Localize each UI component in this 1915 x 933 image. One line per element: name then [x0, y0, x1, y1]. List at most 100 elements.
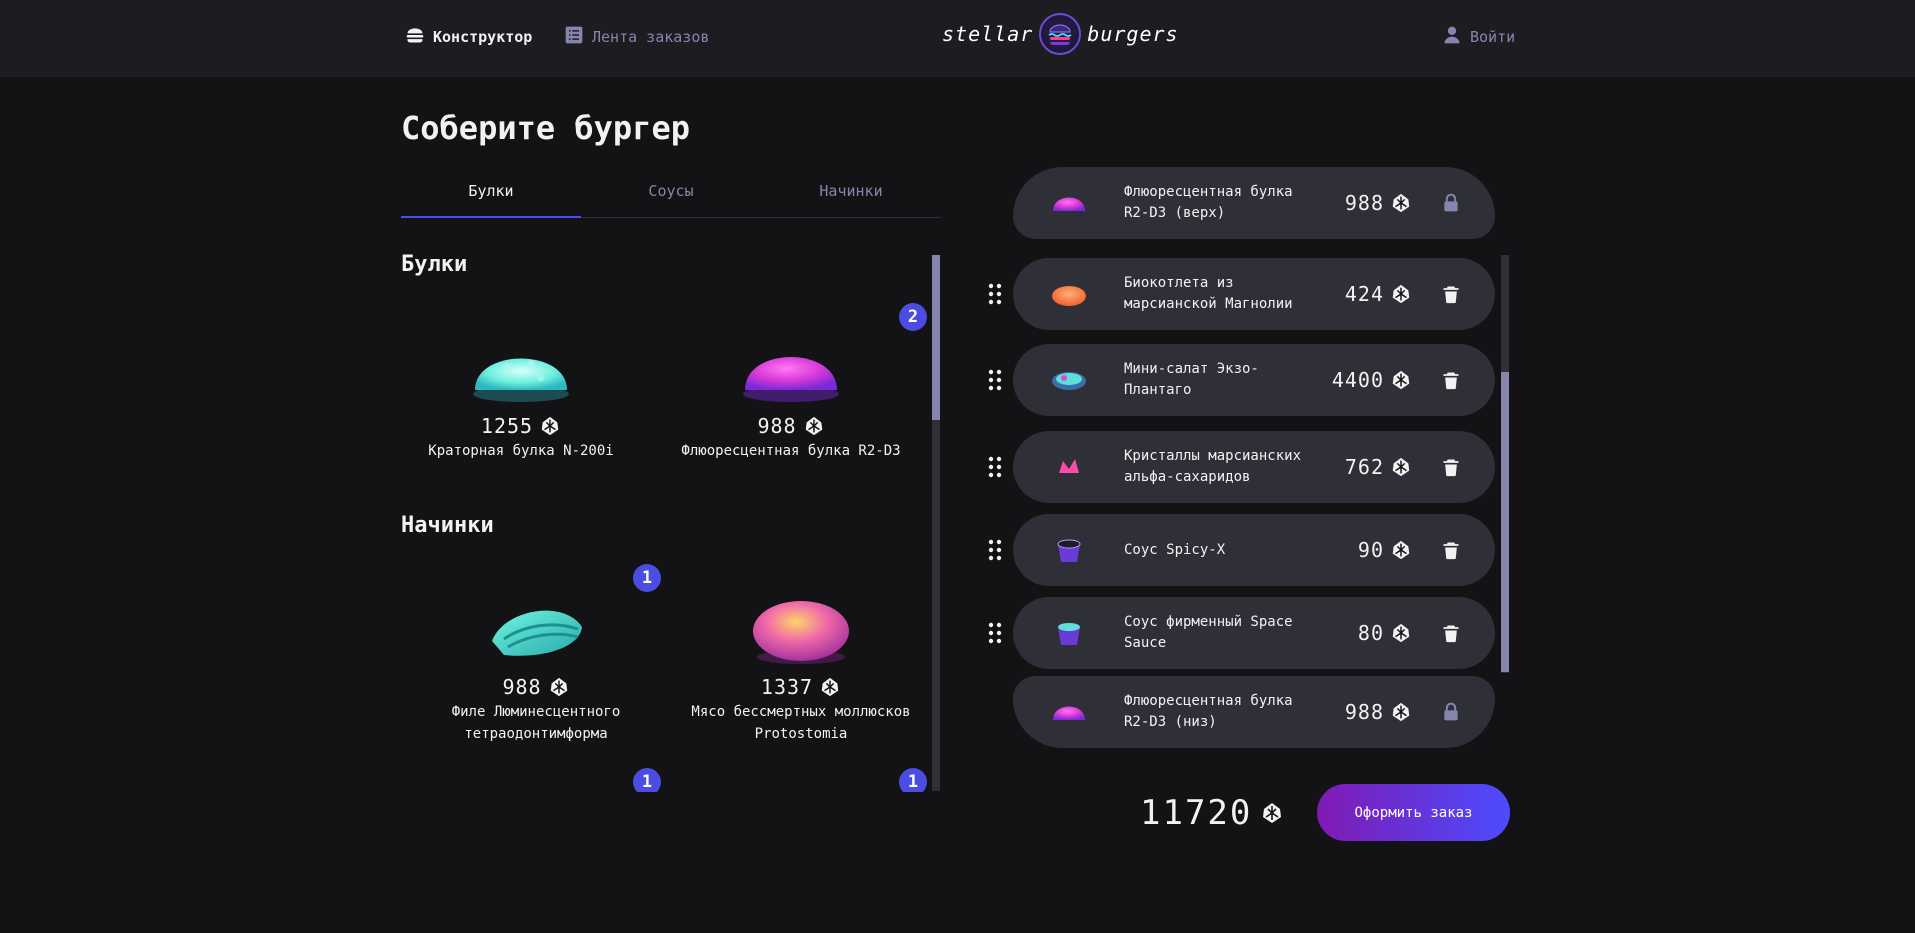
count-badge: 2 — [899, 303, 927, 331]
price-value: 762 — [1344, 455, 1384, 479]
currency-icon — [1390, 539, 1412, 561]
price-value: 424 — [1344, 282, 1384, 306]
ingredient-tabs: Булки Соусы Начинки — [401, 176, 941, 218]
order-total: 11720 — [1140, 790, 1284, 836]
constructor-item-price: 762 — [1345, 431, 1412, 503]
ingredient-image — [484, 589, 588, 669]
currency-icon — [1390, 192, 1412, 214]
lock-icon — [1441, 702, 1461, 722]
place-order-button[interactable]: Оформить заказ — [1317, 784, 1510, 841]
tab-buns[interactable]: Булки — [401, 176, 581, 218]
section-title-mains: Начинки — [401, 513, 494, 538]
ingredient-price: 988 — [671, 414, 911, 438]
nav-order-feed[interactable]: Лента заказов — [564, 24, 709, 50]
constructor-item-name: Мини-салат Экзо-Плантаго — [1124, 361, 1259, 398]
trash-icon[interactable] — [1441, 540, 1461, 560]
ingredients-list[interactable]: Булки 1255 Краторная булка N-200i 988 Фл… — [401, 252, 941, 792]
list-icon — [564, 25, 584, 49]
ingredient-price: 1255 — [401, 414, 641, 438]
constructor-scrollbar-thumb[interactable] — [1501, 372, 1509, 672]
ingredient-thumbnail — [1049, 530, 1089, 570]
ingredient-image — [739, 328, 843, 408]
total-value: 11720 — [1140, 793, 1253, 833]
constructor-item-name: Кристаллы марсианских альфа-сахаридов — [1124, 448, 1302, 485]
price-value: 988 — [1344, 700, 1384, 724]
drag-handle-icon[interactable] — [987, 538, 1003, 562]
constructor-item[interactable]: Кристаллы марсианских альфа-сахаридов 76… — [1013, 431, 1495, 503]
ingredient-name: Мясо бессмертных моллюсков Protostomia — [691, 704, 911, 742]
constructor-item-price: 424 — [1345, 258, 1412, 330]
trash-icon[interactable] — [1441, 370, 1461, 390]
currency-icon — [539, 415, 561, 437]
drag-handle-icon[interactable] — [987, 368, 1003, 392]
currency-icon — [1390, 283, 1412, 305]
ingredient-image — [775, 788, 839, 792]
logo-text-right: burgers — [1087, 22, 1179, 46]
count-badge: 1 — [899, 768, 927, 792]
constructor-bun-top: Флюоресцентная булка R2-D3 (верх) 988 — [1013, 167, 1495, 239]
price-value: 988 — [757, 414, 797, 438]
drag-handle-icon[interactable] — [987, 455, 1003, 479]
count-badge: 1 — [633, 768, 661, 792]
constructor-item-name: Соус Spicy-X — [1124, 541, 1226, 558]
price-value: 90 — [1357, 538, 1384, 562]
ingredient-name: Филе Люминесцентного тетраодонтимформа — [451, 704, 621, 742]
lock-icon — [1441, 193, 1461, 213]
drag-handle-icon[interactable] — [987, 621, 1003, 645]
price-value: 4400 — [1331, 368, 1384, 392]
price-value: 1255 — [480, 414, 534, 438]
constructor-item[interactable]: Соус Spicy-X 90 — [1013, 514, 1495, 586]
constructor-item[interactable]: Мини-салат Экзо-Плантаго 4400 — [1013, 344, 1495, 416]
count-badge: 1 — [633, 564, 661, 592]
constructor-item-price: 988 — [1345, 676, 1412, 748]
ingredient-price: 988 — [416, 675, 656, 699]
nav-login-label: Войти — [1470, 28, 1516, 46]
ingredient-card[interactable]: 988 Флюоресцентная булка R2-D3 — [671, 318, 911, 518]
currency-icon — [1390, 622, 1412, 644]
ingredient-thumbnail — [1049, 274, 1089, 314]
nav-constructor-label: Конструктор — [433, 28, 533, 46]
currency-icon — [1390, 369, 1412, 391]
ingredient-card[interactable]: 1337 Мясо бессмертных моллюсков Protosto… — [681, 579, 921, 779]
ingredient-thumbnail — [1049, 447, 1089, 487]
ingredient-thumbnail — [1049, 183, 1089, 223]
ingredient-image — [469, 328, 573, 408]
currency-icon — [548, 676, 570, 698]
nav-constructor[interactable]: Конструктор — [405, 24, 532, 50]
trash-icon[interactable] — [1441, 284, 1461, 304]
constructor-bun-bottom: Флюоресцентная булка R2-D3 (низ) 988 — [1013, 676, 1495, 748]
constructor-item-price: 4400 — [1332, 344, 1412, 416]
constructor-item[interactable]: Биокотлета из марсианской Магнолии 424 — [1013, 258, 1495, 330]
nav-login[interactable]: Войти — [1442, 24, 1515, 50]
constructor-item-name: Соус фирменный Space Sauce — [1124, 614, 1293, 651]
ingredient-thumbnail — [1049, 613, 1089, 653]
ingredient-name: Флюоресцентная булка R2-D3 — [681, 443, 901, 459]
logo-burger-icon — [1039, 13, 1082, 55]
ingredient-card[interactable]: 1255 Краторная булка N-200i — [401, 318, 641, 518]
ingredient-thumbnail — [1049, 360, 1089, 400]
tab-mains[interactable]: Начинки — [761, 176, 941, 217]
trash-icon[interactable] — [1441, 623, 1461, 643]
constructor-item-price: 80 — [1358, 597, 1412, 669]
constructor-item-name: Флюоресцентная булка R2-D3 (низ) — [1124, 693, 1293, 730]
profile-icon — [1442, 25, 1462, 49]
price-value: 988 — [502, 675, 542, 699]
logo-text-left: stellar — [942, 22, 1034, 46]
currency-icon — [1260, 801, 1284, 825]
tab-sauces[interactable]: Соусы — [581, 176, 761, 217]
app-logo[interactable]: stellar burgers — [942, 13, 1179, 55]
constructor-item-price: 90 — [1358, 514, 1412, 586]
currency-icon — [1390, 701, 1412, 723]
ingredient-price: 1337 — [681, 675, 921, 699]
constructor-item-price: 988 — [1345, 167, 1412, 239]
ingredient-card[interactable]: 988 Филе Люминесцентного тетраодонтимфор… — [416, 579, 656, 779]
drag-handle-icon[interactable] — [987, 282, 1003, 306]
currency-icon — [803, 415, 825, 437]
price-value: 1337 — [760, 675, 814, 699]
constructor-item[interactable]: Соус фирменный Space Sauce 80 — [1013, 597, 1495, 669]
trash-icon[interactable] — [1441, 457, 1461, 477]
ingredients-scrollbar-thumb[interactable] — [932, 255, 940, 420]
nav-order-feed-label: Лента заказов — [592, 28, 710, 46]
constructor-item-name: Флюоресцентная булка R2-D3 (верх) — [1124, 184, 1293, 221]
ingredient-image — [749, 589, 853, 669]
